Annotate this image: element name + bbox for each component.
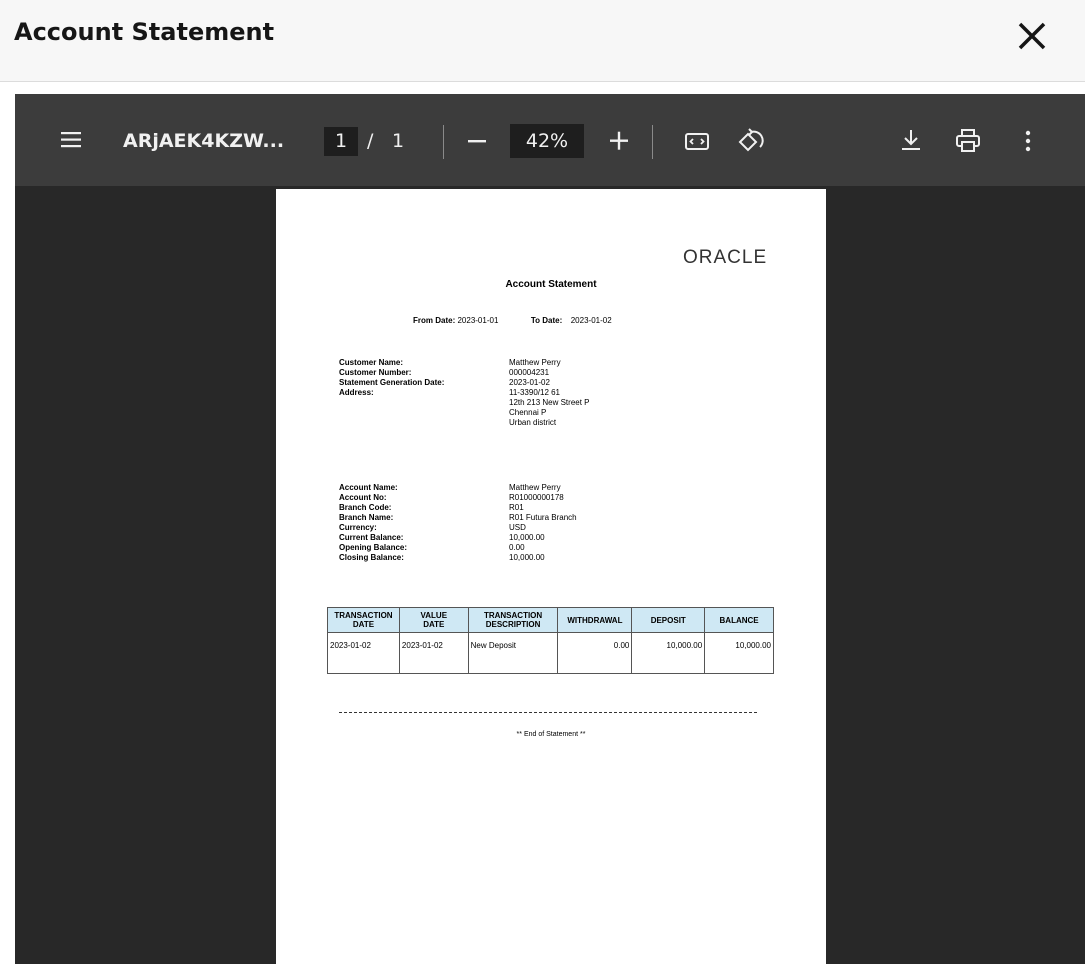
transactions-table: TRANSACTION DATE VALUE DATE TRANSACTION DES…	[327, 607, 774, 674]
account-no-value: R01000000178	[509, 493, 564, 502]
column-header: DEPOSIT	[631, 607, 706, 633]
fit-to-page-button[interactable]	[684, 131, 712, 158]
column-header: BALANCE	[704, 607, 774, 633]
column-header: TRANSACTION DESCRIPTION	[467, 607, 559, 633]
account-name-label: Account Name:	[339, 483, 398, 492]
statement-title: Account Statement	[505, 279, 597, 290]
zoom-in-button[interactable]	[609, 130, 631, 157]
balance-cell: 10,000.00	[704, 632, 774, 674]
account-name-value: Matthew Perry	[509, 483, 561, 492]
statement-date-range: From Date: 2023-01-01 To Date: 2023-01-0…	[413, 316, 612, 325]
transaction-date-cell: 2023-01-02	[327, 632, 400, 674]
statement-generation-date-value: 2023-01-02	[509, 378, 550, 387]
to-date-label: To Date:	[530, 316, 563, 325]
pdf-viewer: ARjAEK4KZW... 1 / 1 42% ORACLE Account S…	[15, 94, 1085, 964]
deposit-cell: 10,000.00	[631, 632, 706, 674]
description-cell: New Deposit	[467, 632, 559, 674]
end-of-statement: ** End of Statement **	[516, 731, 586, 738]
table-row: 2023-01-02 2023-01-02 New Deposit 0.00 1…	[327, 632, 774, 674]
hamburger-menu-icon[interactable]	[61, 131, 83, 154]
oracle-logo: ORACLE	[683, 247, 768, 268]
current-balance-value: 10,000.00	[509, 533, 545, 542]
customer-name-label: Customer Name:	[339, 358, 404, 367]
fit-to-page-icon	[685, 133, 709, 150]
closing-balance-label: Closing Balance:	[339, 553, 404, 562]
to-date-value: 2023-01-02	[570, 316, 612, 325]
column-header: VALUE DATE	[398, 607, 469, 633]
closing-balance-value: 10,000.00	[509, 553, 545, 562]
address-label: Address:	[339, 388, 374, 397]
currency-label: Currency:	[339, 523, 377, 532]
print-button[interactable]	[955, 128, 981, 159]
customer-name-value: Matthew Perry	[509, 358, 561, 367]
pdf-page: ORACLE Account Statement From Date: 2023…	[276, 189, 826, 964]
account-no-label: Account No:	[339, 493, 387, 502]
withdrawal-cell: 0.00	[557, 632, 633, 674]
print-icon	[956, 129, 980, 152]
opening-balance-label: Opening Balance:	[339, 543, 408, 552]
total-pages: 1	[392, 130, 405, 152]
address-line: 12th 213 New Street P	[509, 398, 590, 407]
plus-icon	[610, 131, 628, 150]
rotate-button[interactable]	[736, 127, 766, 160]
more-vertical-icon	[1025, 130, 1031, 152]
statement-generation-date-label: Statement Generation Date:	[339, 378, 445, 387]
address-line: Urban district	[509, 418, 557, 427]
minus-icon	[468, 140, 486, 143]
pdf-toolbar: ARjAEK4KZW... 1 / 1 42%	[15, 94, 1085, 186]
download-icon	[902, 130, 920, 150]
current-balance-label: Current Balance:	[339, 533, 404, 542]
customer-number-label: Customer Number:	[339, 368, 412, 377]
more-options-button[interactable]	[1024, 130, 1032, 157]
currency-value: USD	[509, 523, 526, 532]
branch-code-value: R01	[509, 503, 524, 512]
value-date-cell: 2023-01-02	[398, 632, 469, 674]
opening-balance-value: 0.00	[509, 543, 525, 552]
branch-name-value: R01 Futura Branch	[509, 513, 577, 522]
close-icon	[1018, 22, 1046, 50]
column-header: TRANSACTION DATE	[327, 607, 400, 633]
branch-name-label: Branch Name:	[339, 513, 394, 522]
column-header: WITHDRAWAL	[557, 607, 633, 633]
zoom-level-input[interactable]: 42%	[510, 124, 584, 158]
dialog-header: Account Statement	[0, 0, 1085, 82]
toolbar-divider	[443, 125, 444, 159]
page-separator: /	[367, 130, 374, 152]
address-line: Chennai P	[509, 408, 547, 417]
end-divider	[339, 712, 757, 713]
document-name: ARjAEK4KZW...	[123, 130, 285, 152]
toolbar-divider	[652, 125, 653, 159]
dialog-title: Account Statement	[14, 18, 275, 46]
zoom-out-button[interactable]	[467, 131, 489, 156]
customer-number-value: 000004231	[509, 368, 550, 377]
from-date-label: From Date:	[413, 316, 456, 325]
from-date-value: 2023-01-01	[457, 316, 499, 325]
branch-code-label: Branch Code:	[339, 503, 392, 512]
download-button[interactable]	[899, 127, 923, 158]
table-header-row: TRANSACTION DATE VALUE DATE TRANSACTION DES…	[327, 607, 774, 633]
current-page-input[interactable]: 1	[324, 127, 358, 156]
close-button[interactable]	[1012, 16, 1052, 56]
rotate-icon	[738, 128, 764, 152]
address-line: 11-3390/12 61	[509, 388, 561, 397]
